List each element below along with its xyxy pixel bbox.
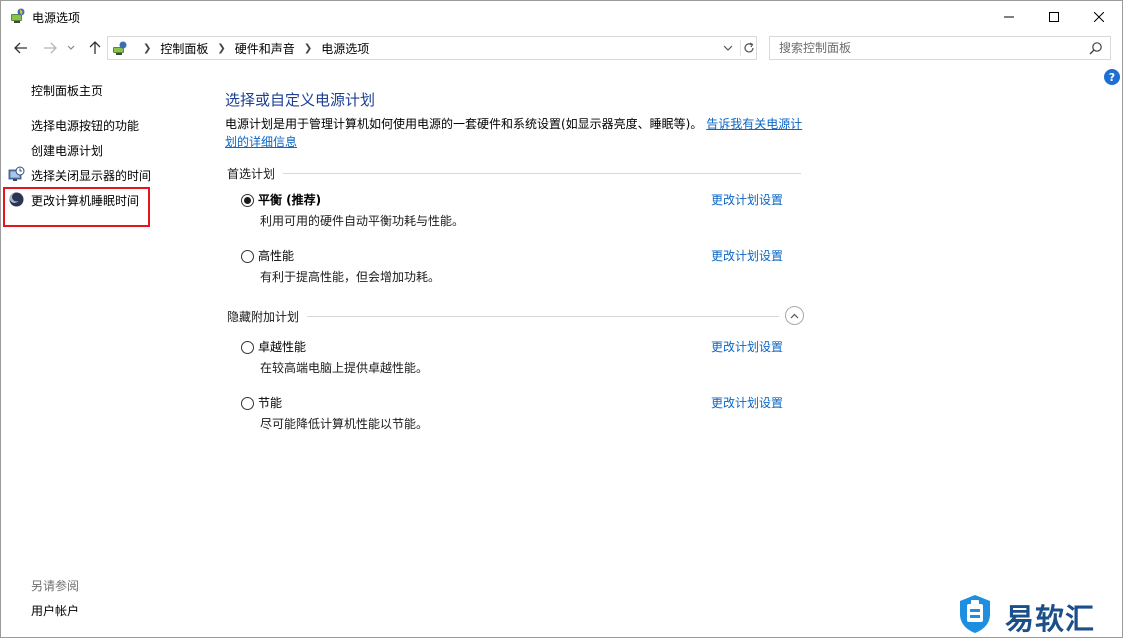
breadcrumb-power-options[interactable]: 电源选项 [321, 40, 369, 57]
highlight-annotation-box [3, 187, 150, 227]
see-also-heading: 另请参阅 [31, 579, 80, 593]
hidden-plans-label: 隐藏附加计划 [227, 308, 308, 325]
plan-power-saver-name[interactable]: 节能 [258, 394, 282, 411]
title-bar: 电源选项 [1, 1, 1122, 32]
breadcrumb-hardware-sound[interactable]: 硬件和声音 [235, 40, 295, 57]
help-button[interactable]: ? [1104, 69, 1120, 85]
back-button[interactable] [11, 38, 31, 58]
help-icon: ? [1108, 70, 1116, 84]
plan-balanced: 平衡 (推荐) 利用可用的硬件自动平衡功耗与性能。 更改计划设置 [241, 191, 801, 231]
maximize-icon [1049, 11, 1059, 22]
left-navigation-pane: 控制面板主页 选择电源按钮的功能 创建电源计划 选择关闭显示器的时间 更改计算机… [1, 63, 206, 637]
maximize-button[interactable] [1031, 1, 1077, 32]
window-title: 电源选项 [32, 11, 81, 25]
forward-button[interactable] [40, 38, 60, 58]
display-clock-icon [8, 166, 25, 181]
page-title: 选择或自定义电源计划 [225, 91, 376, 109]
minimize-icon [1004, 16, 1014, 17]
refresh-button[interactable] [740, 40, 756, 56]
plan-balanced-description: 利用可用的硬件自动平衡功耗与性能。 [260, 214, 465, 228]
plan-power-saver-change-settings-link[interactable]: 更改计划设置 [711, 394, 783, 411]
plan-ultimate-performance-radio[interactable] [241, 341, 254, 354]
plan-ultimate-performance-change-settings-link[interactable]: 更改计划设置 [711, 338, 783, 355]
breadcrumb-separator-icon: ❯ [143, 42, 152, 54]
recent-locations-button[interactable] [64, 38, 78, 58]
chevron-down-icon [723, 45, 733, 51]
breadcrumb: ❯ 控制面板 ❯ 硬件和声音 ❯ 电源选项 [134, 37, 369, 59]
up-button[interactable] [85, 38, 105, 58]
preferred-plans-section: 首选计划 [227, 165, 805, 182]
chevron-down-icon [67, 45, 75, 50]
search-input[interactable] [770, 37, 1080, 59]
plan-high-performance-radio[interactable] [241, 250, 254, 263]
section-divider [227, 173, 801, 174]
create-power-plan-link[interactable]: 创建电源计划 [31, 142, 103, 159]
control-panel-window: 电源选项 ❯ 控制面板 ❯ 硬件和声音 ❯ 电源选项 搜索控制面板 ? 控制面板… [0, 0, 1123, 638]
refresh-icon [743, 42, 754, 53]
plan-high-performance-name[interactable]: 高性能 [258, 247, 294, 264]
search-box [769, 36, 1111, 60]
chevron-up-icon [790, 313, 799, 318]
watermark-text: 易软汇 [1005, 602, 1096, 636]
close-button[interactable] [1076, 1, 1122, 32]
arrow-up-icon [89, 41, 101, 54]
power-button-function-link[interactable]: 选择电源按钮的功能 [31, 117, 139, 134]
preferred-plans-label: 首选计划 [227, 165, 284, 182]
hidden-plans-section: 隐藏附加计划 [227, 306, 805, 325]
arrow-right-icon [44, 42, 57, 54]
breadcrumb-separator-icon[interactable]: ❯ [304, 43, 312, 54]
plan-balanced-radio[interactable] [241, 194, 254, 207]
address-dropdown-button[interactable] [720, 40, 736, 56]
address-bar[interactable]: ❯ 控制面板 ❯ 硬件和声音 ❯ 电源选项 [107, 36, 757, 60]
control-panel-icon [113, 41, 127, 55]
description-text: 电源计划是用于管理计算机如何使用电源的一套硬件和系统设置(如显示器亮度、睡眠等)… [225, 117, 703, 131]
plan-balanced-name[interactable]: 平衡 (推荐) [258, 191, 321, 208]
collapse-hidden-plans-button[interactable] [785, 306, 804, 325]
display-off-time-link[interactable]: 选择关闭显示器的时间 [31, 167, 151, 184]
breadcrumb-separator-icon[interactable]: ❯ [217, 43, 225, 54]
arrow-left-icon [14, 42, 27, 54]
section-divider [227, 316, 779, 317]
plan-high-performance-description: 有利于提高性能，但会增加功耗。 [260, 270, 441, 284]
minimize-button[interactable] [986, 1, 1032, 32]
breadcrumb-control-panel[interactable]: 控制面板 [160, 40, 208, 57]
plan-power-saver-radio[interactable] [241, 397, 254, 410]
search-icon[interactable] [1089, 41, 1103, 55]
plan-ultimate-performance: 卓越性能 在较高端电脑上提供卓越性能。 更改计划设置 [241, 338, 801, 378]
control-panel-home-link[interactable]: 控制面板主页 [31, 82, 103, 99]
shield-logo-icon [960, 595, 990, 633]
navigation-bar: ❯ 控制面板 ❯ 硬件和声音 ❯ 电源选项 [1, 34, 1122, 62]
plan-high-performance: 高性能 有利于提高性能，但会增加功耗。 更改计划设置 [241, 247, 801, 287]
power-options-icon [11, 8, 25, 23]
plan-power-saver: 节能 尽可能降低计算机性能以节能。 更改计划设置 [241, 394, 801, 434]
plan-ultimate-performance-name[interactable]: 卓越性能 [258, 338, 306, 355]
plan-power-saver-description: 尽可能降低计算机性能以节能。 [260, 417, 429, 431]
close-icon [1094, 11, 1104, 22]
plan-balanced-change-settings-link[interactable]: 更改计划设置 [711, 191, 783, 208]
plan-ultimate-performance-description: 在较高端电脑上提供卓越性能。 [260, 361, 429, 375]
plan-high-performance-change-settings-link[interactable]: 更改计划设置 [711, 247, 783, 264]
user-accounts-link[interactable]: 用户帐户 [31, 602, 79, 619]
site-watermark: 易软汇 [957, 592, 1117, 636]
page-description: 电源计划是用于管理计算机如何使用电源的一套硬件和系统设置(如显示器亮度、睡眠等)… [225, 115, 805, 151]
